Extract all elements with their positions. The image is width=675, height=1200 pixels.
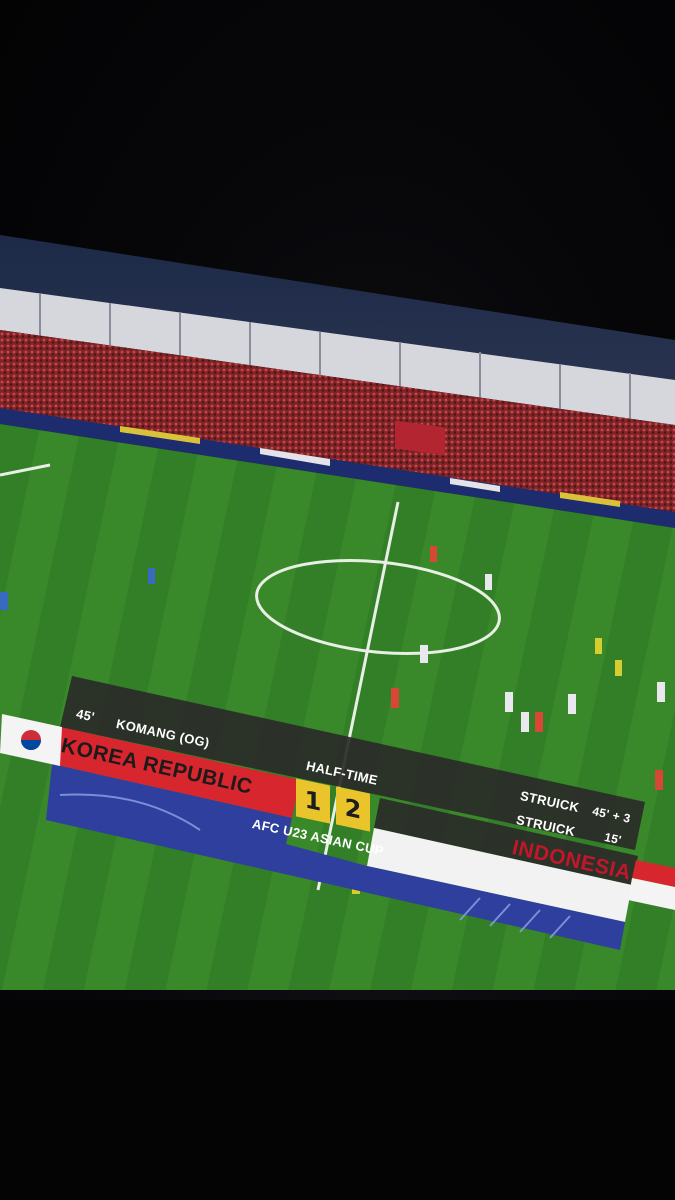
tv-screen: 45' KOMANG (OG) KOREA REPUBLIC HALF-TIME… [0, 230, 675, 990]
tv-bezel-bottom [0, 1000, 675, 1200]
broadcast-frame [0, 235, 675, 990]
